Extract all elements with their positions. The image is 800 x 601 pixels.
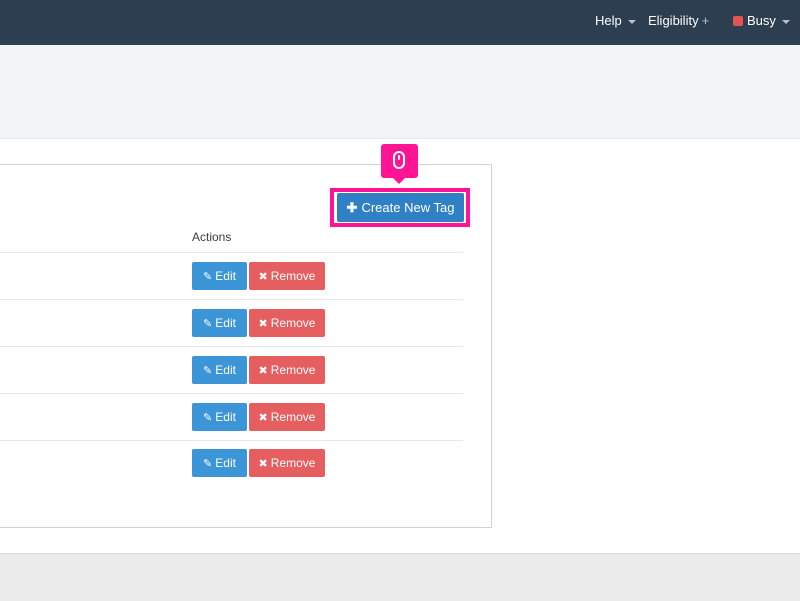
table-row: ✎ Edit ✖ Remove [0,347,463,394]
edit-icon: ✎ [203,318,213,330]
remove-label: Remove [270,316,316,330]
cursor-callout [381,144,418,184]
edit-button[interactable]: ✎ Edit [192,356,247,384]
edit-label: Edit [215,363,236,377]
edit-icon: ✎ [203,412,213,424]
edit-label: Edit [215,410,236,424]
remove-button[interactable]: ✖ Remove [249,403,325,431]
remove-button[interactable]: ✖ Remove [249,309,325,337]
close-icon: ✖ [258,412,268,424]
edit-label: Edit [215,456,236,470]
edit-button[interactable]: ✎ Edit [192,309,247,337]
remove-button[interactable]: ✖ Remove [249,449,325,477]
close-icon: ✖ [258,318,268,330]
remove-label: Remove [270,363,316,377]
actions-column-header: Actions [192,230,232,244]
remove-label: Remove [270,269,316,283]
eligibility-menu[interactable]: Eligibility + [648,0,709,45]
status-menu[interactable]: Busy [733,0,790,45]
edit-button[interactable]: ✎ Edit [192,449,247,477]
edit-label: Edit [215,269,236,283]
mouse-icon [393,151,405,169]
edit-button[interactable]: ✎ Edit [192,262,247,290]
help-label: Help [595,13,622,28]
edit-icon: ✎ [203,271,213,283]
table-row: ✎ Edit ✖ Remove [0,440,463,487]
plus-icon: ✚ [346,200,358,215]
help-chevron-down-icon [627,19,636,24]
remove-label: Remove [270,456,316,470]
edit-button[interactable]: ✎ Edit [192,403,247,431]
edit-icon: ✎ [203,458,213,470]
help-menu[interactable]: Help [595,0,636,45]
status-chevron-down-icon [781,19,790,24]
eligibility-plus-icon: + [701,13,710,28]
table-row: ✎ Edit ✖ Remove [0,300,463,347]
create-new-tag-button[interactable]: ✚ Create New Tag [337,193,464,222]
status-indicator-icon [733,16,743,26]
remove-button[interactable]: ✖ Remove [249,262,325,290]
table-row: ✎ Edit ✖ Remove [0,253,463,300]
remove-label: Remove [270,410,316,424]
top-navbar: Help Eligibility + Busy [0,0,800,45]
close-icon: ✖ [258,271,268,283]
edit-icon: ✎ [203,365,213,377]
create-new-tag-label: Create New Tag [361,200,455,215]
close-icon: ✖ [258,365,268,377]
close-icon: ✖ [258,458,268,470]
status-label: Busy [747,13,776,28]
edit-label: Edit [215,316,236,330]
page-footer [0,553,800,601]
page-subheader [0,45,800,139]
table-row: ✎ Edit ✖ Remove [0,394,463,441]
eligibility-label: Eligibility [648,13,699,28]
remove-button[interactable]: ✖ Remove [249,356,325,384]
